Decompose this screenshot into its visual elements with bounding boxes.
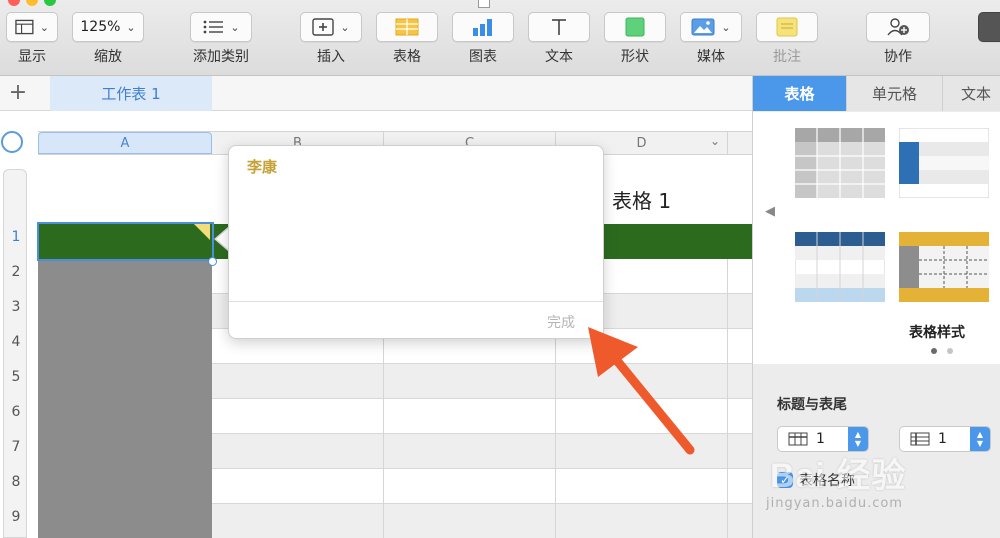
zoom-label: 缩放 bbox=[94, 49, 122, 65]
chart-label: 图表 bbox=[469, 49, 497, 65]
tab-sheet-1[interactable]: 工作表 1 bbox=[50, 76, 212, 111]
table-styles-panel: ◀ 表格样式 bbox=[753, 112, 1000, 364]
header-columns-stepper[interactable]: 1 ▲ ▼ bbox=[899, 426, 991, 452]
header-columns-value: 1 bbox=[938, 431, 947, 447]
sheet-tab-bar: + 工作表 1 bbox=[0, 76, 752, 111]
insert-label: 插入 bbox=[317, 49, 345, 65]
table-row[interactable] bbox=[212, 504, 752, 538]
view-label: 显示 bbox=[18, 49, 46, 65]
header-rows-icon bbox=[788, 432, 808, 446]
add-sheet-button[interactable]: + bbox=[6, 80, 30, 105]
watermark-logo: Bai 经验 bbox=[770, 457, 907, 495]
format-tool[interactable] bbox=[978, 12, 1000, 42]
row-header-4[interactable]: 4 bbox=[4, 334, 28, 350]
table-label: 表格 bbox=[393, 49, 421, 65]
comment-text-area[interactable] bbox=[247, 182, 587, 292]
table-style-thumbnail[interactable] bbox=[899, 232, 989, 302]
annotation-arrow-icon bbox=[588, 327, 695, 455]
chevron-down-icon: ⌄ bbox=[126, 20, 136, 34]
table-style-thumbnail[interactable] bbox=[795, 128, 885, 198]
shape-icon bbox=[625, 17, 645, 37]
row-header-9[interactable]: 9 bbox=[4, 509, 28, 525]
divider bbox=[229, 301, 603, 302]
chevron-down-icon: ⌄ bbox=[340, 20, 350, 34]
tab-cell[interactable]: 单元格 bbox=[847, 76, 943, 111]
row-header-8[interactable]: 8 bbox=[4, 474, 28, 490]
chart-icon bbox=[473, 19, 492, 36]
media-tool[interactable]: ⌄ 媒体 bbox=[680, 12, 742, 66]
selected-cell-a1[interactable] bbox=[37, 222, 214, 261]
header-rows-value: 1 bbox=[816, 431, 825, 447]
page-indicator-dot[interactable] bbox=[931, 348, 937, 354]
zoom-tool[interactable]: 125% ⌄ 缩放 bbox=[72, 12, 144, 66]
select-table-handle[interactable] bbox=[1, 131, 23, 153]
column-divider bbox=[727, 259, 728, 538]
insert-plus-icon bbox=[312, 18, 335, 36]
shape-tool[interactable]: 形状 bbox=[604, 12, 666, 66]
table-title[interactable]: 表格 1 bbox=[612, 185, 671, 214]
comment-popover: 李康 完成 bbox=[228, 145, 604, 339]
photo-icon bbox=[691, 18, 715, 36]
chart-tool[interactable]: 图表 bbox=[452, 12, 514, 66]
comment-tool[interactable]: 批注 bbox=[756, 12, 818, 66]
table-style-thumbnail[interactable] bbox=[795, 232, 885, 302]
table-styles-label: 表格样式 bbox=[909, 325, 965, 341]
row-header-1[interactable]: 1 bbox=[4, 229, 28, 245]
table-style-thumbnail[interactable] bbox=[899, 128, 989, 198]
comment-label: 批注 bbox=[773, 49, 801, 65]
row-header-3[interactable]: 3 bbox=[4, 299, 28, 315]
chevron-down-icon: ⌄ bbox=[721, 20, 731, 34]
toolbar: ⌄ 显示 125% ⌄ 缩放 ⌄ 添加类别 ⌄ 插入 表格 图表 文本 形状 ⌄… bbox=[0, 0, 1000, 76]
text-tool[interactable]: 文本 bbox=[528, 12, 590, 66]
selection-handle[interactable] bbox=[208, 257, 217, 266]
window-title-fragment bbox=[478, 0, 490, 8]
document-icon bbox=[478, 0, 490, 8]
insert-tool[interactable]: ⌄ 插入 bbox=[300, 12, 362, 66]
watermark-url: jingyan.baidu.com bbox=[766, 496, 903, 511]
close-window-button[interactable] bbox=[8, 0, 20, 6]
previous-page-icon[interactable]: ◀ bbox=[765, 204, 775, 219]
shape-label: 形状 bbox=[621, 49, 649, 65]
row-header-bar: 1 2 3 4 5 6 7 8 9 bbox=[3, 169, 27, 538]
text-icon bbox=[552, 19, 566, 35]
inspector-tabs: 表格 单元格 文本 bbox=[753, 76, 1000, 111]
row-header-2[interactable]: 2 bbox=[4, 264, 28, 280]
row-header-5[interactable]: 5 bbox=[4, 369, 28, 385]
header-footer-label: 标题与表尾 bbox=[777, 397, 847, 413]
text-label: 文本 bbox=[545, 49, 573, 65]
add-category-tool[interactable]: ⌄ 添加类别 bbox=[190, 12, 252, 66]
collaborate-label: 协作 bbox=[884, 49, 912, 65]
header-columns-icon bbox=[910, 432, 930, 446]
view-tool[interactable]: ⌄ 显示 bbox=[6, 12, 58, 66]
column-header-a[interactable]: A bbox=[38, 132, 212, 154]
media-label: 媒体 bbox=[697, 49, 725, 65]
page-indicator-dot[interactable] bbox=[947, 348, 953, 354]
row-header-6[interactable]: 6 bbox=[4, 404, 28, 420]
tab-text[interactable]: 文本 bbox=[943, 76, 1000, 111]
comment-author: 李康 bbox=[247, 158, 278, 176]
table-icon bbox=[395, 18, 419, 36]
add-category-label: 添加类别 bbox=[193, 49, 249, 65]
row-header-7[interactable]: 7 bbox=[4, 439, 28, 455]
sidebar-view-icon bbox=[15, 19, 34, 35]
collaborate-tool[interactable]: 协作 bbox=[866, 12, 930, 66]
table-tool[interactable]: 表格 bbox=[376, 12, 438, 66]
minimize-window-button[interactable] bbox=[26, 0, 38, 6]
chevron-down-icon[interactable]: ⌄ bbox=[710, 134, 720, 148]
chevron-down-icon: ⌄ bbox=[230, 20, 240, 34]
comment-note-icon bbox=[776, 17, 798, 37]
list-icon bbox=[203, 20, 224, 34]
zoom-value: 125% bbox=[80, 19, 121, 35]
stepper-arrows-icon[interactable]: ▲ ▼ bbox=[970, 427, 990, 451]
done-button[interactable]: 完成 bbox=[547, 312, 575, 332]
chevron-down-icon: ⌄ bbox=[39, 20, 49, 34]
table-row[interactable] bbox=[212, 469, 752, 504]
header-column-body[interactable] bbox=[38, 259, 212, 538]
tab-table[interactable]: 表格 bbox=[753, 76, 847, 111]
add-person-icon bbox=[887, 18, 909, 36]
zoom-window-button[interactable] bbox=[44, 0, 56, 6]
comment-flag-icon[interactable] bbox=[194, 224, 210, 240]
